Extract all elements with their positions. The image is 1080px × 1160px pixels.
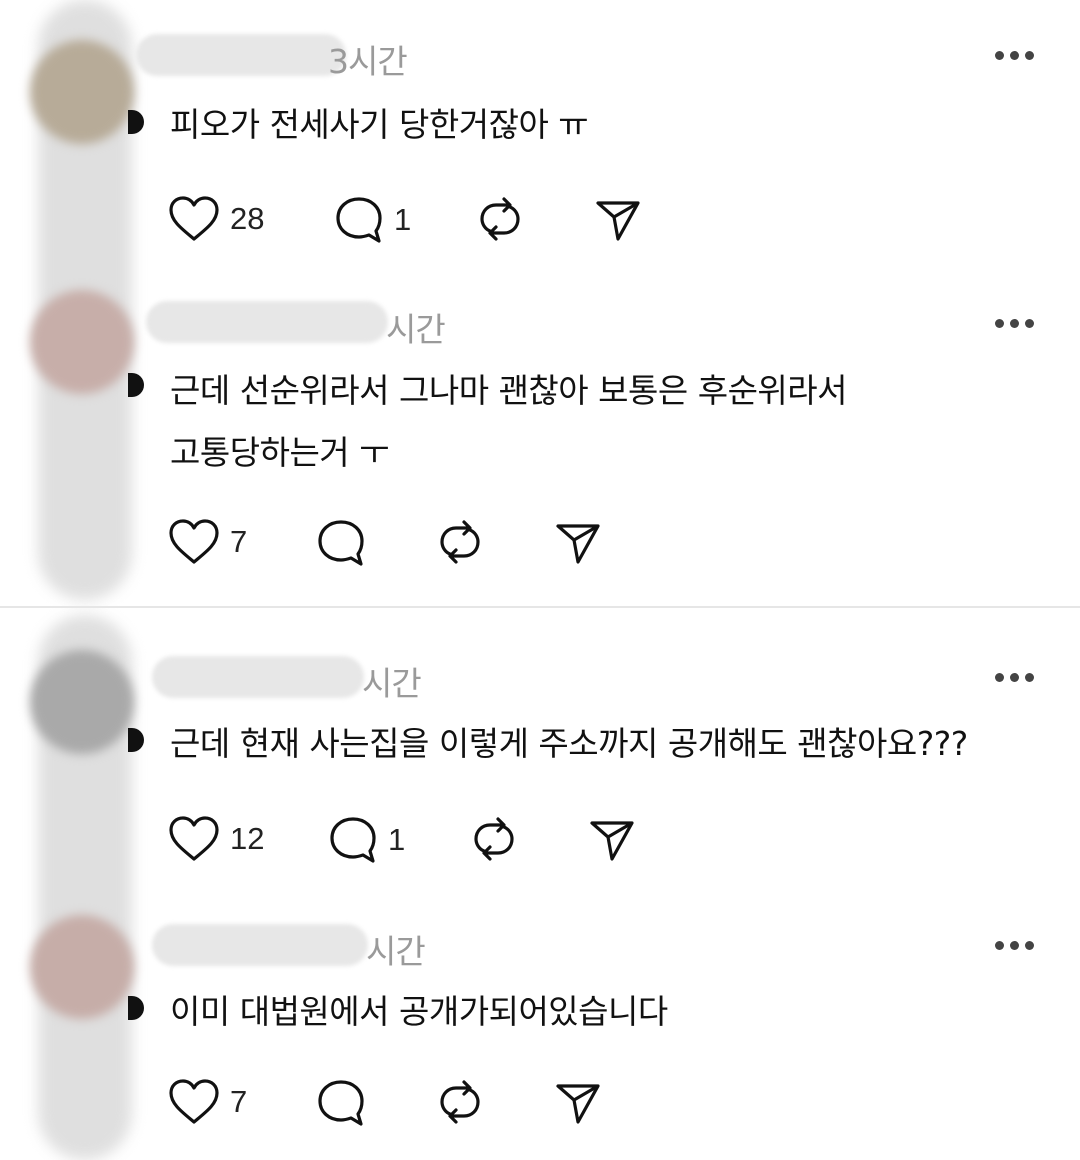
more-dots-icon <box>995 941 1004 950</box>
username-blurred[interactable] <box>152 656 364 698</box>
more-options-button[interactable] <box>995 673 1034 682</box>
avatar[interactable] <box>30 650 134 754</box>
share-button[interactable] <box>554 518 602 566</box>
repost-icon <box>474 817 514 861</box>
reply-button[interactable]: 1 <box>328 815 405 865</box>
share-button[interactable] <box>594 195 642 243</box>
repost-icon <box>480 197 520 241</box>
repost-icon <box>440 1080 480 1124</box>
more-options-button[interactable] <box>995 319 1034 328</box>
username-blurred[interactable] <box>136 34 346 76</box>
repost-button[interactable] <box>436 518 484 566</box>
more-dots-icon <box>995 51 1004 60</box>
like-count: 7 <box>230 524 248 559</box>
heart-icon <box>169 519 219 564</box>
comment-bubble-icon <box>330 817 376 863</box>
like-button[interactable]: 28 <box>168 195 264 243</box>
repost-button[interactable] <box>470 815 518 863</box>
post-time: 시간 <box>366 932 426 971</box>
reply-count: 1 <box>394 202 412 237</box>
username-blurred[interactable] <box>152 924 368 966</box>
thread-indicator <box>128 110 144 134</box>
more-options-button[interactable] <box>995 51 1034 60</box>
avatar[interactable] <box>30 915 134 1019</box>
post-text: 근데 선순위라서 그나마 괜찮아 보통은 후순위라서 고통당하는거 ㅜ <box>170 371 848 472</box>
post-text: 근데 현재 사는집을 이렇게 주소까지 공개해도 괜찮아요??? <box>170 724 968 763</box>
avatar[interactable] <box>30 290 134 394</box>
post-time: 시간 <box>386 310 446 349</box>
thread-indicator <box>128 996 144 1020</box>
more-dots-icon <box>995 673 1004 682</box>
like-button[interactable]: 12 <box>168 815 264 863</box>
like-count: 28 <box>230 201 265 236</box>
repost-icon <box>440 520 480 564</box>
comment-bubble-icon <box>318 1080 364 1126</box>
post-text: 피오가 전세사기 당한거잖아 ㅠ <box>170 105 589 144</box>
more-options-button[interactable] <box>995 941 1034 950</box>
thread-indicator <box>128 373 144 397</box>
avatar[interactable] <box>30 40 134 144</box>
heart-icon <box>169 816 219 861</box>
reply-count: 1 <box>388 822 406 857</box>
heart-icon <box>169 196 219 241</box>
send-icon <box>556 524 600 564</box>
repost-button[interactable] <box>436 1078 484 1126</box>
repost-button[interactable] <box>476 195 524 243</box>
comment-bubble-icon <box>318 520 364 566</box>
thread-divider <box>0 606 1080 608</box>
like-count: 7 <box>230 1084 248 1119</box>
thread-indicator <box>128 728 144 752</box>
share-button[interactable] <box>588 815 636 863</box>
send-icon <box>590 821 634 861</box>
like-count: 12 <box>230 821 265 856</box>
post-time: 3시간 <box>328 42 408 81</box>
comment-bubble-icon <box>336 197 382 243</box>
heart-icon <box>169 1079 219 1124</box>
like-button[interactable]: 7 <box>168 518 247 566</box>
send-icon <box>596 201 640 241</box>
share-button[interactable] <box>554 1078 602 1126</box>
send-icon <box>556 1084 600 1124</box>
post-text: 이미 대법원에서 공개가되어있습니다 <box>170 992 668 1031</box>
reply-button[interactable] <box>316 1078 376 1128</box>
reply-button[interactable] <box>316 518 376 568</box>
more-dots-icon <box>995 319 1004 328</box>
reply-button[interactable]: 1 <box>334 195 411 245</box>
post-time: 시간 <box>362 664 422 703</box>
like-button[interactable]: 7 <box>168 1078 247 1126</box>
username-blurred[interactable] <box>146 301 388 343</box>
